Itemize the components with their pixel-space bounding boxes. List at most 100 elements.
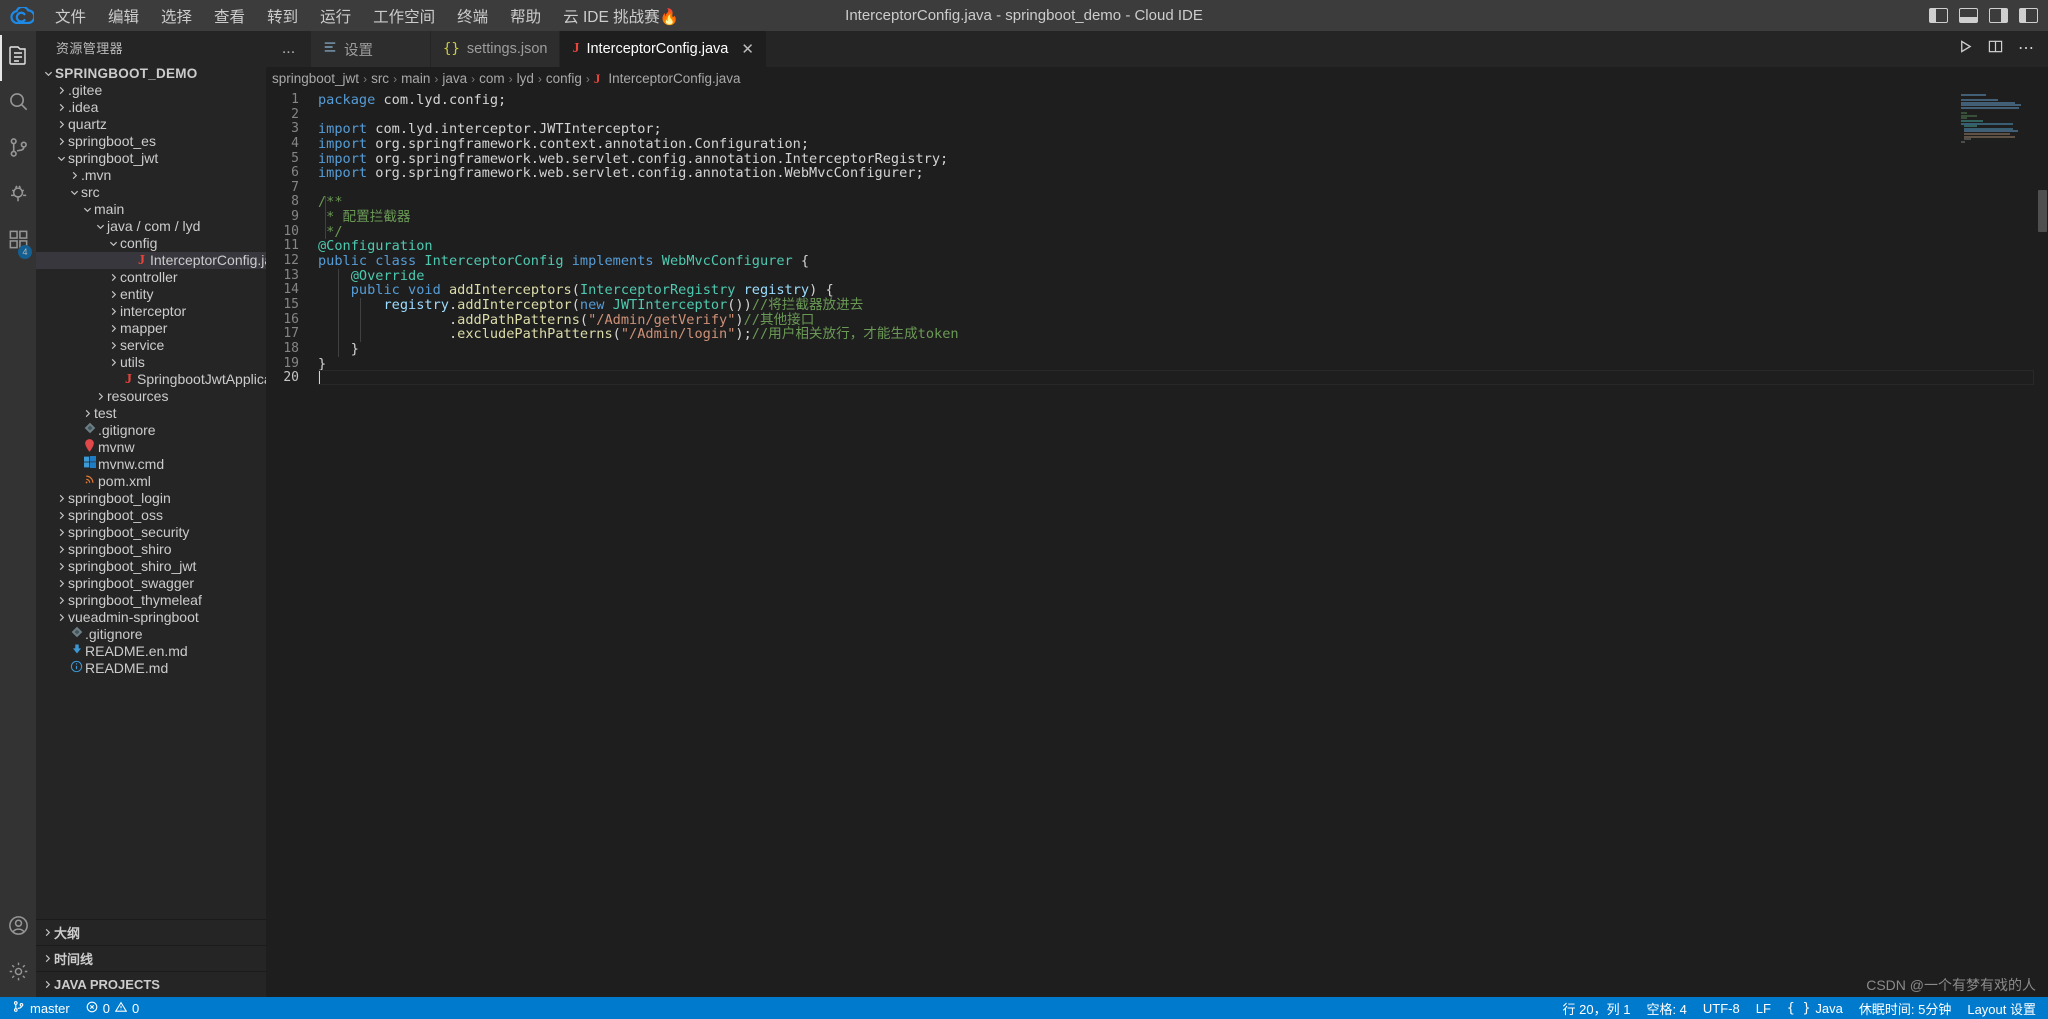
activitybar-item-manage[interactable] xyxy=(0,951,36,997)
tree-item[interactable]: .mvn xyxy=(36,167,266,184)
editor-scrollbar[interactable] xyxy=(2034,90,2048,997)
code-text[interactable]: import com.lyd.interceptor.JWTIntercepto… xyxy=(318,122,662,137)
breadcrumb-item[interactable]: com xyxy=(479,71,505,86)
ellipsis-icon[interactable]: ⋯ xyxy=(2018,41,2034,57)
tree-item[interactable]: config xyxy=(36,235,266,252)
tree-item[interactable]: test xyxy=(36,405,266,422)
breadcrumb-item[interactable]: springboot_jwt xyxy=(272,71,359,86)
menu-go[interactable]: 转到 xyxy=(256,3,309,29)
breadcrumb-item[interactable]: InterceptorConfig.java xyxy=(608,71,740,86)
split-editor-icon[interactable] xyxy=(1988,39,2003,59)
chevron-right-icon[interactable] xyxy=(55,490,68,507)
tree-item[interactable]: main xyxy=(36,201,266,218)
tree-item[interactable]: SPRINGBOOT_DEMO xyxy=(36,65,266,82)
sidebar-section-outline[interactable]: 大纲 xyxy=(36,919,266,945)
code-text[interactable]: import org.springframework.web.servlet.c… xyxy=(318,166,924,181)
code-text[interactable]: import org.springframework.context.annot… xyxy=(318,137,809,152)
tree-item[interactable]: vueadmin-springboot xyxy=(36,609,266,626)
code-text[interactable]: */ xyxy=(318,224,342,240)
code-text[interactable]: } xyxy=(318,356,326,372)
tab-settings[interactable]: 设置 xyxy=(311,31,431,67)
chevron-right-icon[interactable] xyxy=(55,609,68,626)
sidebar-section-java-projects[interactable]: JAVA PROJECTS xyxy=(36,971,266,997)
chevron-right-icon[interactable] xyxy=(94,388,107,405)
status-eol[interactable]: LF xyxy=(1748,997,1779,1019)
chevron-right-icon[interactable] xyxy=(55,558,68,575)
code-text[interactable]: .excludePathPatterns("/Admin/login");//用… xyxy=(318,327,959,342)
tree-item[interactable]: J InterceptorConfig.java xyxy=(36,252,266,269)
menu-help[interactable]: 帮助 xyxy=(499,3,552,29)
breadcrumb-item[interactable]: java xyxy=(442,71,467,86)
menu-run[interactable]: 运行 xyxy=(309,3,362,29)
activitybar-item-explorer[interactable] xyxy=(0,35,36,81)
tree-item[interactable]: .gitignore xyxy=(36,626,266,643)
tree-item[interactable]: resources xyxy=(36,388,266,405)
tree-item[interactable]: springboot_security xyxy=(36,524,266,541)
chevron-right-icon[interactable] xyxy=(55,82,68,99)
tree-item[interactable]: springboot_swagger xyxy=(36,575,266,592)
chevron-right-icon[interactable] xyxy=(55,524,68,541)
activitybar-item-source-control[interactable] xyxy=(0,127,36,173)
activitybar-item-run-and-debug[interactable] xyxy=(0,173,36,219)
status-layout[interactable]: Layout 设置 xyxy=(1959,997,2044,1019)
status-language-mode[interactable]: { } Java xyxy=(1779,997,1851,1019)
tree-item[interactable]: utils xyxy=(36,354,266,371)
code-text[interactable]: package com.lyd.config; xyxy=(318,93,506,108)
code-editor[interactable]: 1 package com.lyd.config; 2 3 import com.lyd… xyxy=(266,90,2048,997)
tab-close-icon[interactable]: ✕ xyxy=(741,40,754,58)
code-text[interactable]: @Override xyxy=(318,268,425,284)
tree-item[interactable]: springboot_thymeleaf xyxy=(36,592,266,609)
tree-item[interactable]: .gitee xyxy=(36,82,266,99)
menu-cloud-ide-challenge[interactable]: 云 IDE 挑战赛🔥 xyxy=(552,3,690,29)
play-icon[interactable] xyxy=(1958,39,1973,59)
chevron-right-icon[interactable] xyxy=(107,286,120,303)
tree-item[interactable]: .idea xyxy=(36,99,266,116)
tree-item[interactable]: springboot_es xyxy=(36,133,266,150)
chevron-right-icon[interactable] xyxy=(55,99,68,116)
tree-item[interactable]: controller xyxy=(36,269,266,286)
menu-edit[interactable]: 编辑 xyxy=(97,3,150,29)
customize-layout-icon[interactable] xyxy=(2019,8,2038,23)
tree-item[interactable]: service xyxy=(36,337,266,354)
status-branch[interactable]: master xyxy=(4,997,78,1019)
chevron-right-icon[interactable] xyxy=(107,337,120,354)
breadcrumb-item[interactable]: lyd xyxy=(517,71,534,86)
tree-item[interactable]: interceptor xyxy=(36,303,266,320)
menu-selection[interactable]: 选择 xyxy=(150,3,203,29)
tree-item[interactable]: quartz xyxy=(36,116,266,133)
chevron-down-icon[interactable] xyxy=(94,218,107,235)
breadcrumb-item[interactable]: main xyxy=(401,71,430,86)
code-text[interactable]: public void addInterceptors(InterceptorR… xyxy=(318,283,834,298)
toggle-panel-icon[interactable] xyxy=(1959,8,1978,23)
breadcrumb-item[interactable]: src xyxy=(371,71,389,86)
chevron-right-icon[interactable] xyxy=(55,592,68,609)
tree-item[interactable]: .gitignore xyxy=(36,422,266,439)
chevron-down-icon[interactable] xyxy=(55,150,68,167)
tree-item[interactable]: mapper xyxy=(36,320,266,337)
status-hibernate-time[interactable]: 休眠时间: 5分钟 xyxy=(1851,997,1959,1019)
tree-item[interactable]: springboot_shiro_jwt xyxy=(36,558,266,575)
code-text[interactable]: public class InterceptorConfig implement… xyxy=(318,254,809,269)
chevron-right-icon[interactable] xyxy=(81,405,94,422)
tree-item[interactable]: mvnw xyxy=(36,438,266,456)
chevron-right-icon[interactable] xyxy=(55,575,68,592)
toggle-primary-sidebar-icon[interactable] xyxy=(1929,8,1948,23)
chevron-right-icon[interactable] xyxy=(55,133,68,150)
code-text[interactable]: import org.springframework.web.servlet.c… xyxy=(318,151,948,167)
activitybar-item-extensions[interactable]: 4 xyxy=(0,219,36,265)
code-text[interactable]: * 配置拦截器 xyxy=(318,210,410,225)
breadcrumb-item[interactable]: config xyxy=(546,71,582,86)
file-tree[interactable]: SPRINGBOOT_DEMO .gitee .idea quartz springbo… xyxy=(36,64,266,919)
tab-settings-json[interactable]: {} settings.json xyxy=(431,31,561,67)
activitybar-item-search[interactable] xyxy=(0,81,36,127)
sidebar-section-timeline[interactable]: 时间线 xyxy=(36,945,266,971)
menu-terminal[interactable]: 终端 xyxy=(446,3,499,29)
chevron-right-icon[interactable] xyxy=(55,116,68,133)
chevron-down-icon[interactable] xyxy=(42,65,55,82)
code-text[interactable]: registry.addInterceptor(new JWTIntercept… xyxy=(318,298,863,313)
tree-item[interactable]: springboot_oss xyxy=(36,507,266,524)
code-text[interactable]: @Configuration xyxy=(318,239,433,254)
code-text[interactable]: /** xyxy=(318,195,343,210)
menu-file[interactable]: 文件 xyxy=(44,3,97,29)
activitybar-item-accounts[interactable] xyxy=(0,905,36,951)
